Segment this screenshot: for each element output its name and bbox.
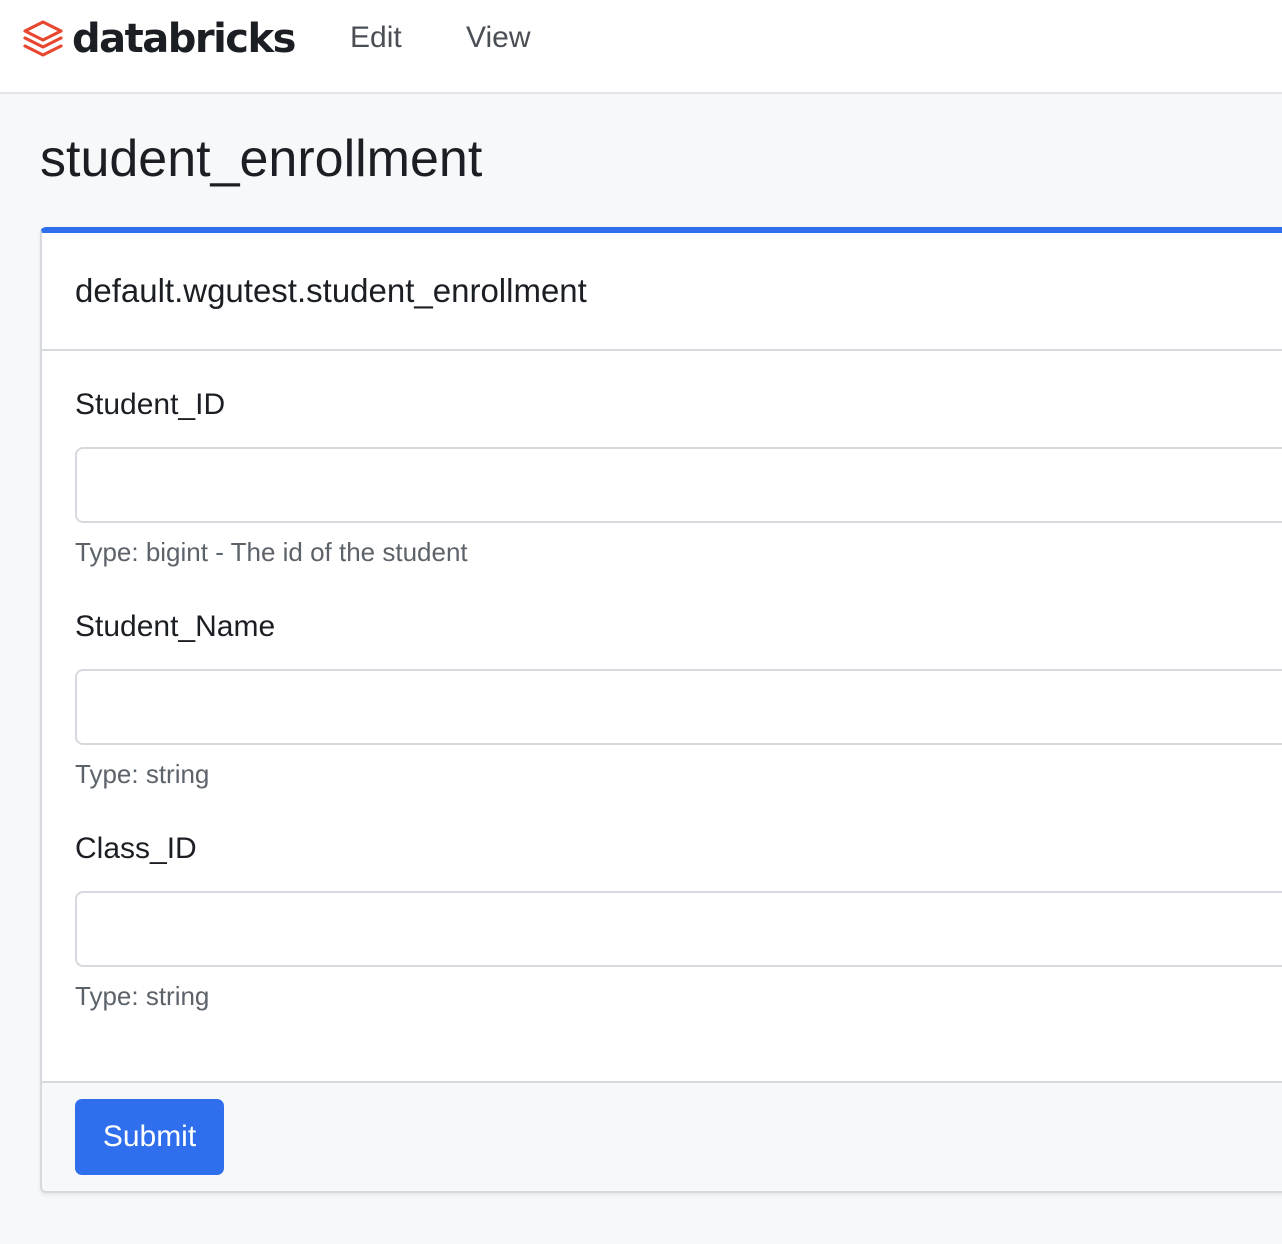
field-student-id: Student_ID Type: bigint - The id of the …: [75, 385, 1282, 607]
top-navigation-bar: databricks Edit View: [0, 0, 1282, 94]
form-footer: Submit: [42, 1081, 1282, 1191]
student-id-input[interactable]: [75, 447, 1282, 523]
menu-edit[interactable]: Edit: [350, 20, 402, 56]
student-name-input[interactable]: [75, 669, 1282, 745]
menu-view[interactable]: View: [466, 20, 530, 56]
field-label: Student_Name: [75, 610, 276, 643]
form-card: default.wgutest.student_enrollment Stude…: [40, 227, 1282, 1193]
field-help-text: Type: bigint - The id of the student: [75, 537, 468, 567]
field-class-id: Class_ID Type: string: [75, 829, 1282, 1051]
page-title: student_enrollment: [40, 130, 483, 188]
databricks-logo[interactable]: databricks: [22, 16, 296, 62]
form-table-name: default.wgutest.student_enrollment: [42, 233, 1282, 351]
logo-text: databricks: [72, 16, 296, 62]
field-help-text: Type: string: [75, 759, 210, 789]
field-help-text: Type: string: [75, 981, 210, 1011]
field-label: Class_ID: [75, 832, 197, 865]
databricks-stack-icon: [22, 19, 64, 59]
field-label: Student_ID: [75, 388, 226, 421]
submit-button[interactable]: Submit: [75, 1099, 224, 1175]
field-student-name: Student_Name Type: string: [75, 607, 1282, 829]
class-id-input[interactable]: [75, 891, 1282, 967]
form-body: Student_ID Type: bigint - The id of the …: [42, 351, 1282, 1083]
